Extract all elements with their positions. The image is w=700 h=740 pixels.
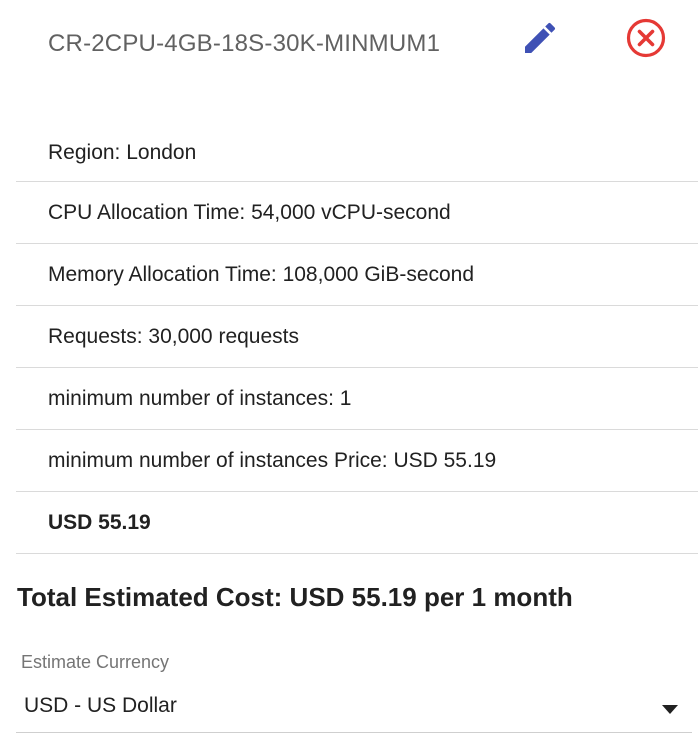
dropdown-arrow-icon [662, 705, 678, 714]
total-estimated-cost: Total Estimated Cost: USD 55.19 per 1 mo… [17, 582, 573, 612]
detail-row-requests: Requests: 30,000 requests [16, 306, 698, 368]
currency-selected-value: USD - US Dollar [24, 694, 177, 717]
detail-row-memory-allocation: Memory Allocation Time: 108,000 GiB-seco… [16, 244, 698, 306]
estimate-item-header: CR-2CPU-4GB-18S-30K-MINMUM1 [16, 0, 698, 124]
estimate-currency-select[interactable]: USD - US Dollar [16, 682, 692, 733]
detail-text: minimum number of instances Price: USD 5… [48, 448, 497, 472]
detail-row-min-instances: minimum number of instances: 1 [16, 368, 698, 430]
detail-row-cpu-allocation: CPU Allocation Time: 54,000 vCPU-second [16, 182, 698, 244]
close-circle-icon [626, 18, 666, 58]
detail-text: CPU Allocation Time: 54,000 vCPU-second [48, 200, 451, 224]
item-title: CR-2CPU-4GB-18S-30K-MINMUM1 [48, 30, 441, 57]
detail-text: Memory Allocation Time: 108,000 GiB-seco… [48, 262, 475, 286]
detail-text: minimum number of instances: 1 [48, 386, 352, 410]
edit-button[interactable] [516, 14, 564, 62]
remove-item-button[interactable] [622, 14, 670, 62]
estimate-item-card: CR-2CPU-4GB-18S-30K-MINMUM1 Region: Lond… [16, 0, 698, 554]
detail-text: Region: London [48, 140, 197, 164]
detail-text: Requests: 30,000 requests [48, 324, 299, 348]
detail-row-min-instances-price: minimum number of instances Price: USD 5… [16, 430, 698, 492]
pencil-icon [525, 22, 556, 53]
detail-row-region: Region: London [16, 124, 698, 182]
item-total-price: USD 55.19 [48, 510, 151, 534]
item-total-row: USD 55.19 [16, 492, 698, 554]
estimate-currency-label: Estimate Currency [21, 652, 170, 672]
